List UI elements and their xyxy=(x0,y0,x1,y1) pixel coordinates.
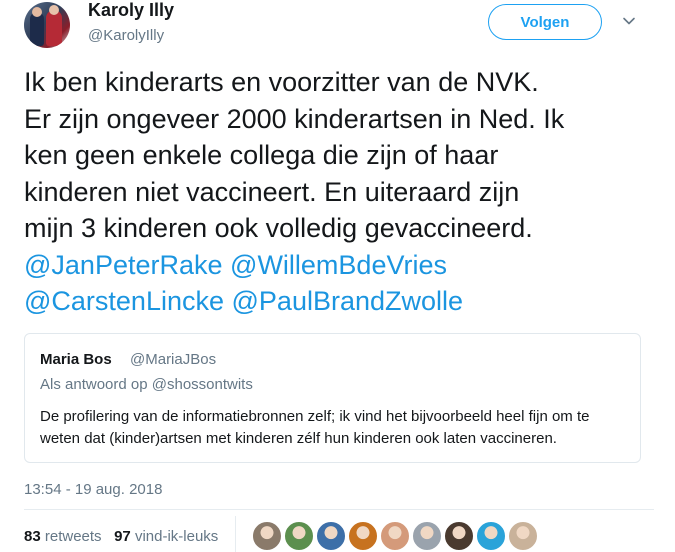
liker-avatar[interactable] xyxy=(251,520,283,552)
quoted-author-name: Maria Bos xyxy=(40,351,112,368)
mention-line: @JanPeterRake @WillemBdeVries xyxy=(24,247,654,284)
quoted-tweet[interactable]: Maria Bos @MariaJBos Als antwoord op @sh… xyxy=(24,333,641,463)
follow-button[interactable]: Volgen xyxy=(488,4,602,40)
divider xyxy=(24,509,654,510)
tweet-line: ken geen enkele collega die zijn of haar xyxy=(24,140,499,170)
avatar-figure-right xyxy=(46,10,62,46)
quoted-author-handle: @MariaJBos xyxy=(130,351,217,368)
mention-link-willembdevries[interactable]: @WillemBdeVries xyxy=(230,250,447,280)
liker-avatar[interactable] xyxy=(507,520,539,552)
avatar-head-left xyxy=(32,7,42,17)
tweet-line: kinderen niet vaccineert. En uiteraard z… xyxy=(24,176,520,207)
avatar-head-right xyxy=(49,5,59,15)
liker-avatar[interactable] xyxy=(411,520,443,552)
tweet-line: mijn 3 kinderen ook volledig gevaccineer… xyxy=(24,213,533,243)
tweet-text: Ik ben kinderarts en voorzitter van de N… xyxy=(24,64,654,320)
tweet-line: Ik ben kinderarts en voorzitter van de N… xyxy=(24,67,539,97)
retweets-label: retweets xyxy=(44,528,102,545)
tweet-line: Er zijn ongeveer 2000 kinderartsen in Ne… xyxy=(24,103,565,134)
chevron-down-icon[interactable] xyxy=(622,14,636,28)
quoted-text-line: weten dat (kinder)artsen met kinderen zé… xyxy=(40,430,557,447)
mention-link-paulbrandzwolle[interactable]: @PaulBrandZwolle xyxy=(232,286,464,316)
retweets-stat[interactable]: 83 retweets xyxy=(24,528,102,545)
engagement-stats: 83 retweets 97 vind-ik-leuks xyxy=(24,528,218,545)
quoted-reply-context: Als antwoord op @shossontwits xyxy=(40,376,253,393)
liker-avatar[interactable] xyxy=(283,520,315,552)
reply-prefix: Als antwoord op xyxy=(40,376,148,393)
quoted-text-line: De profilering van de informatiebronnen … xyxy=(40,408,590,425)
retweets-count: 83 xyxy=(24,528,41,545)
likes-count: 97 xyxy=(114,528,131,545)
author-display-name[interactable]: Karoly Illy xyxy=(88,0,174,21)
mention-line: @CarstenLincke @PaulBrandZwolle xyxy=(24,283,654,320)
tweet-timestamp[interactable]: 13:54 - 19 aug. 2018 xyxy=(24,481,162,498)
liker-avatar[interactable] xyxy=(443,520,475,552)
likes-label: vind-ik-leuks xyxy=(134,528,219,545)
likes-stat[interactable]: 97 vind-ik-leuks xyxy=(114,528,218,545)
reply-to-handle[interactable]: @shossontwits xyxy=(152,376,253,393)
author-handle[interactable]: @KarolyIlly xyxy=(88,27,164,44)
liker-avatar[interactable] xyxy=(379,520,411,552)
liker-avatar[interactable] xyxy=(475,520,507,552)
mention-link-carstenlincke[interactable]: @CarstenLincke xyxy=(24,286,224,316)
mention-link-janpeterrake[interactable]: @JanPeterRake xyxy=(24,250,223,280)
author-avatar[interactable] xyxy=(24,2,70,48)
stats-separator xyxy=(235,516,236,552)
avatar-figure-left xyxy=(30,12,44,46)
quoted-tweet-text: De profilering van de informatiebronnen … xyxy=(40,406,630,450)
liker-avatar[interactable] xyxy=(347,520,379,552)
liker-avatar[interactable] xyxy=(315,520,347,552)
